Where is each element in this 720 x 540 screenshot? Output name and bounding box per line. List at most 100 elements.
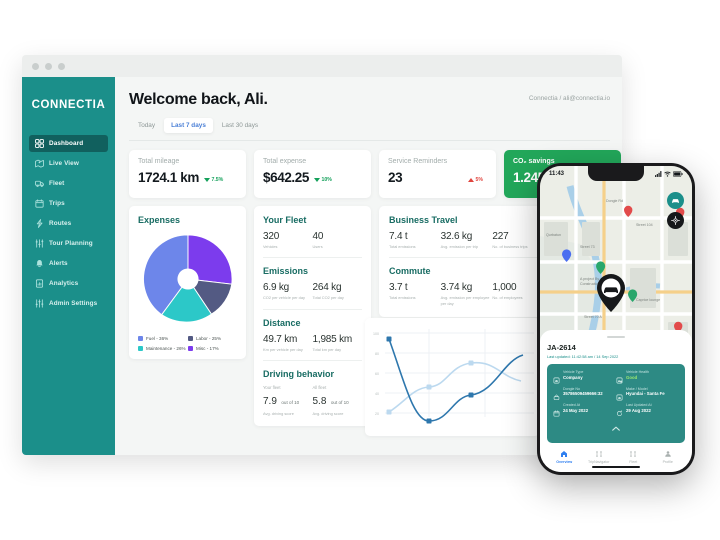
sliders-icon [35, 239, 44, 248]
metric-value: 32.6 kg [440, 231, 473, 242]
window-body: CONNECTIA Dashboard Live View Fleet Trip… [22, 77, 622, 455]
tab-label: Profile [662, 460, 673, 464]
battery-icon [673, 171, 683, 177]
page-title: Welcome back, Ali. [129, 91, 268, 108]
metric-sub: Total emissions [389, 295, 416, 301]
nav-icon [582, 449, 617, 458]
svg-text:Dongle Rd: Dongle Rd [606, 199, 623, 203]
car-pin-icon[interactable] [596, 274, 626, 317]
tab-overview[interactable]: Overview [547, 449, 582, 464]
expenses-legend: Fuel - 36% Labor - 25% Maintenance - 26% [138, 336, 238, 351]
vehicle-field-last-updated-at: Last Updated At 29 Aug 2022 [616, 403, 679, 417]
phone-mockup: Qurbatun Street 73 Street 104 A project … [537, 163, 695, 475]
travel-section-business: Business Travel 7.4 t Total emissions 32… [389, 215, 544, 249]
kpi-card-total-expense[interactable]: Total expense $642.25 10% [254, 150, 371, 198]
field-value: Hyundai - Santa Fe [626, 391, 665, 397]
window-close-dot[interactable] [32, 62, 39, 70]
sidebar-item-dashboard[interactable]: Dashboard [29, 135, 108, 152]
phone-screen: Qurbatun Street 73 Street 104 A project … [540, 166, 692, 472]
window-minimize-dot[interactable] [45, 62, 52, 70]
sidebar-item-fleet[interactable]: Fleet [29, 175, 108, 192]
driving-score: All fleet 5.8 out of 10 Avg. driving sco… [313, 385, 363, 416]
window-maximize-dot[interactable] [58, 62, 65, 70]
trend-line-chart-card: 100 80 60 40 20 [365, 318, 540, 436]
sidebar-item-tour-planning[interactable]: Tour Planning [29, 235, 108, 252]
score-outof: out of 10 [281, 399, 300, 405]
svg-text:60: 60 [375, 372, 379, 376]
fleet-icon [616, 449, 651, 458]
metric-value: 7.4 t [389, 231, 408, 242]
sheet-grabber[interactable] [607, 335, 625, 338]
tab-today[interactable]: Today [131, 118, 162, 133]
tab-last-7-days[interactable]: Last 7 days [164, 118, 213, 133]
fab-vehicle-button[interactable] [667, 192, 684, 209]
legend-item: Fuel - 36% [138, 336, 188, 341]
kpi-card-service-reminders[interactable]: Service Reminders 23 5% [379, 150, 496, 198]
home-icon [547, 449, 582, 458]
section-title: Business Travel [389, 215, 458, 225]
sidebar-item-admin-settings[interactable]: Admin Settings [29, 295, 108, 312]
kpi-delta: 7.5% [203, 177, 223, 183]
metric: 40 Users [313, 231, 363, 249]
sidebar-item-label: Trips [49, 200, 65, 207]
vehicle-last-updated: Last updated: 11:42:58 am / 14 Sep 2022 [547, 353, 619, 359]
travel-card: Business Travel 7.4 t Total emissions 32… [379, 206, 554, 317]
sidebar-item-label: Alerts [49, 260, 68, 267]
tab-fleet[interactable]: Fleet [616, 449, 651, 464]
legend-item: Labor - 25% [188, 336, 238, 341]
home-indicator [592, 465, 640, 468]
score-scope: Your fleet [263, 384, 281, 390]
svg-text:Qurbatun: Qurbatun [546, 233, 561, 237]
account-label: Connectia / ali@connectia.io [528, 95, 610, 102]
section-title: Your Fleet [263, 215, 307, 225]
section-title: Driving behavior [263, 368, 335, 379]
metric: 1,985 km Total km per day [313, 334, 363, 352]
sidebar-item-live-view[interactable]: Live View [29, 155, 108, 172]
route-icon [35, 219, 44, 228]
svg-text:20: 20 [375, 412, 379, 416]
vehicle-field-health: Vehicle Health Good [616, 370, 679, 384]
fab-locate-button[interactable] [667, 212, 684, 229]
arrow-down-icon [314, 178, 320, 182]
tab-last-30-days[interactable]: Last 30 days [215, 118, 265, 133]
sidebar-item-label: Admin Settings [49, 300, 98, 307]
legend-swatch [188, 336, 193, 341]
fleet-section-your-fleet: Your Fleet 320 Vehicles 40 Users [263, 215, 362, 249]
truck-icon [35, 179, 44, 188]
metric-value: 3.74 kg [440, 282, 473, 294]
fleet-section-distance: Distance 49.7 km Km per vehicle per day … [263, 308, 363, 352]
expenses-card: Expenses Fuel - 36% Labor - 25% Maintena… [129, 206, 246, 359]
sidebar-item-label: Tour Planning [49, 240, 93, 247]
metric: 49.7 km Km per vehicle per day [263, 334, 313, 352]
metric-sub: Avg. emission per employee per day [440, 295, 490, 306]
grid-icon [35, 139, 44, 148]
field-key: Vehicle Type [563, 369, 584, 374]
sidebar-item-alerts[interactable]: Alerts [29, 255, 108, 272]
sidebar-item-label: Fleet [49, 180, 65, 187]
kpi-value: 23 [388, 170, 403, 185]
sidebar-item-routes[interactable]: Routes [29, 215, 108, 232]
browser-window: CONNECTIA Dashboard Live View Fleet Trip… [22, 55, 622, 455]
signal-icon [655, 171, 662, 177]
metric: 32.6 kg Avg. emission per trip [441, 231, 493, 249]
line-chart-svg: 100 80 60 40 20 [373, 329, 534, 424]
sidebar-item-label: Routes [49, 220, 72, 227]
tab-profile[interactable]: Profile [651, 449, 686, 464]
sidebar-item-analytics[interactable]: Analytics [29, 275, 108, 292]
tab-trip-navigator[interactable]: TripNavigator [582, 449, 617, 464]
kpi-delta: 5% [468, 177, 483, 183]
browser-titlebar [22, 55, 622, 77]
legend-swatch [188, 346, 193, 351]
legend-swatch [138, 346, 143, 351]
dongle-icon [553, 388, 560, 400]
kpi-card-total-mileage[interactable]: Total mileage 1724.1 km 7.5% [129, 150, 246, 198]
sidebar-item-trips[interactable]: Trips [29, 195, 108, 212]
metric-value: 6.9 kg [263, 282, 290, 294]
arrow-down-icon [203, 178, 210, 182]
section-title: Emissions [263, 266, 309, 277]
phone-status-bar: 11:43 [540, 166, 692, 182]
metric-sub: Users [312, 244, 323, 249]
sidebar-item-label: Analytics [49, 280, 79, 287]
metric-sub: Total CO2 per day [312, 295, 344, 301]
chevron-up-icon[interactable] [553, 418, 679, 436]
